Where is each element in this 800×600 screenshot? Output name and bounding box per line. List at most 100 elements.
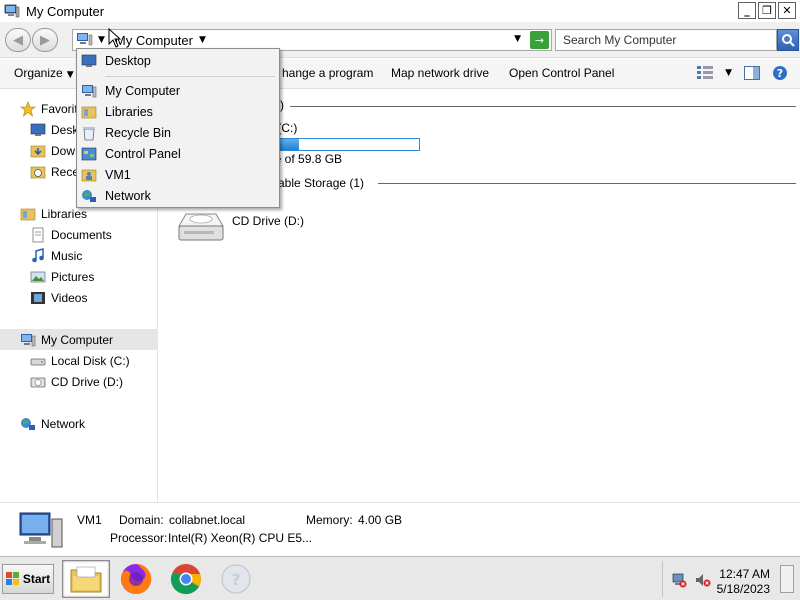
dropdown-item-label: My Computer — [105, 84, 181, 98]
memory-value: 4.00 GB — [358, 513, 403, 527]
pictures-icon — [30, 271, 46, 282]
dropdown-item-label: Desktop — [105, 54, 151, 68]
dropdown-item-network[interactable]: Network — [81, 186, 276, 206]
taskbar-firefox[interactable] — [112, 560, 160, 598]
recent-places-icon — [30, 166, 46, 178]
videos-icon — [31, 291, 45, 304]
taskbar-explorer[interactable] — [62, 560, 110, 598]
nav-item-local-disk[interactable]: Local Disk (C:) — [0, 350, 157, 371]
dropdown-item-vm1[interactable]: VM1 — [81, 165, 276, 185]
back-button[interactable]: ◀ — [5, 28, 31, 52]
help-icon[interactable]: ? — [772, 65, 788, 81]
forward-button[interactable]: ▶ — [32, 28, 58, 52]
nav-item-label: Rece — [51, 164, 80, 179]
memory-label: Memory: — [306, 513, 353, 527]
dropdown-item-label: Control Panel — [105, 147, 181, 161]
nav-item-cd-drive[interactable]: CD Drive (D:) — [0, 371, 157, 392]
control-panel-icon — [81, 147, 97, 161]
nav-item-label: Libraries — [41, 206, 88, 221]
view-controls: ▼ ? — [697, 65, 788, 81]
dropdown-item-recycle-bin[interactable]: Recycle Bin — [81, 123, 276, 143]
group-divider — [378, 183, 796, 184]
svg-text:?: ? — [231, 570, 240, 589]
nav-item-label: Videos — [51, 290, 88, 305]
volume-muted-icon[interactable] — [695, 572, 711, 588]
dropdown-item-label: Recycle Bin — [105, 126, 171, 140]
firefox-icon — [121, 563, 152, 594]
my-computer-icon — [21, 333, 36, 346]
star-icon — [20, 100, 36, 117]
desktop-icon — [30, 123, 46, 136]
processor-label: Processor: — [110, 531, 168, 545]
nav-item-label: CD Drive (D:) — [51, 374, 123, 389]
libraries-icon — [20, 208, 36, 220]
chevron-down-icon: ▼ — [66, 70, 74, 80]
clock[interactable]: 12:47 AM 5/18/2023 — [717, 567, 770, 597]
desktop-icon — [81, 54, 97, 67]
address-dropdown-menu: Desktop My Computer Libraries Recycle Bi… — [76, 48, 280, 208]
documents-icon — [32, 227, 44, 242]
maximize-button[interactable]: ❐ — [758, 2, 776, 19]
dropdown-item-desktop[interactable]: Desktop — [81, 51, 276, 71]
file-explorer-icon — [70, 566, 102, 593]
dropdown-item-control-panel[interactable]: Control Panel — [81, 144, 276, 164]
network-disconnected-icon[interactable] — [671, 572, 687, 588]
nav-item-label: Pictures — [51, 269, 95, 284]
start-label: Start — [22, 572, 51, 586]
removable-storage-group-label: vable Storage (1) — [272, 176, 365, 190]
nav-item-music[interactable]: Music — [0, 245, 157, 266]
computer-large-icon — [19, 512, 63, 548]
nav-item-label: Desk — [51, 122, 79, 137]
search-input[interactable]: Search My Computer — [555, 29, 777, 51]
nav-my-computer[interactable]: My Computer — [0, 329, 157, 350]
svg-text:?: ? — [777, 67, 783, 80]
domain-value: collabnet.local — [169, 513, 246, 527]
nav-item-label: Network — [41, 416, 86, 431]
recycle-bin-icon — [83, 127, 95, 141]
dropdown-item-label: Libraries — [105, 105, 153, 119]
open-control-panel-button[interactable]: Open Control Panel — [509, 66, 614, 80]
clock-time: 12:47 AM — [719, 567, 770, 581]
hard-drive-icon — [30, 358, 46, 365]
cd-drive-label[interactable]: CD Drive (D:) — [232, 214, 304, 228]
preview-pane-icon[interactable] — [744, 66, 760, 80]
breadcrumb-chevron-down-icon[interactable]: ▼ — [199, 35, 206, 45]
search-button[interactable] — [777, 29, 799, 51]
forward-arrow-icon: ▶ — [40, 32, 50, 48]
organize-menu[interactable]: Organize ▼ — [14, 66, 74, 80]
address-history-dropdown[interactable]: ▼ — [514, 34, 521, 44]
nav-network[interactable]: Network — [0, 413, 157, 434]
nav-item-videos[interactable]: Videos — [0, 287, 157, 308]
system-tray: 12:47 AM 5/18/2023 — [662, 561, 796, 597]
dropdown-item-my-computer[interactable]: My Computer — [81, 81, 276, 101]
music-icon — [32, 247, 44, 262]
dropdown-item-label: Network — [105, 189, 151, 203]
domain-label: Domain: — [119, 513, 164, 527]
refresh-button[interactable]: → — [530, 31, 549, 49]
nav-item-pictures[interactable]: Pictures — [0, 266, 157, 287]
nav-item-label: Local Disk (C:) — [51, 353, 130, 368]
hard-disk-group-label: ) — [280, 98, 284, 112]
window-controls: _ ❐ ✕ — [738, 2, 796, 19]
dropdown-item-libraries[interactable]: Libraries — [81, 102, 276, 122]
breadcrumb-root-dropdown[interactable]: ▼ — [98, 35, 105, 45]
change-view-icon[interactable] — [697, 66, 714, 80]
map-network-drive-button[interactable]: Map network drive — [391, 66, 489, 80]
taskbar-chrome[interactable] — [162, 560, 210, 598]
change-program-button[interactable]: hange a program — [282, 66, 373, 80]
computer-name: VM1 — [77, 513, 102, 527]
cd-drive-icon — [30, 377, 46, 387]
nav-item-documents[interactable]: Documents — [0, 224, 157, 245]
taskbar-unknown-app[interactable]: ? — [212, 560, 260, 598]
group-divider — [290, 106, 796, 107]
breadcrumb-my-computer[interactable]: My Computer — [115, 33, 193, 48]
show-desktop-button[interactable] — [780, 565, 794, 593]
minimize-button[interactable]: _ — [738, 2, 756, 19]
libraries-icon — [81, 106, 97, 119]
cd-drive-large-icon[interactable] — [176, 204, 226, 246]
my-computer-icon — [82, 85, 97, 98]
back-arrow-icon: ◀ — [13, 32, 23, 48]
view-options-chevron-down-icon[interactable]: ▼ — [725, 68, 732, 78]
start-button[interactable]: Start — [2, 564, 54, 594]
close-button[interactable]: ✕ — [778, 2, 796, 19]
